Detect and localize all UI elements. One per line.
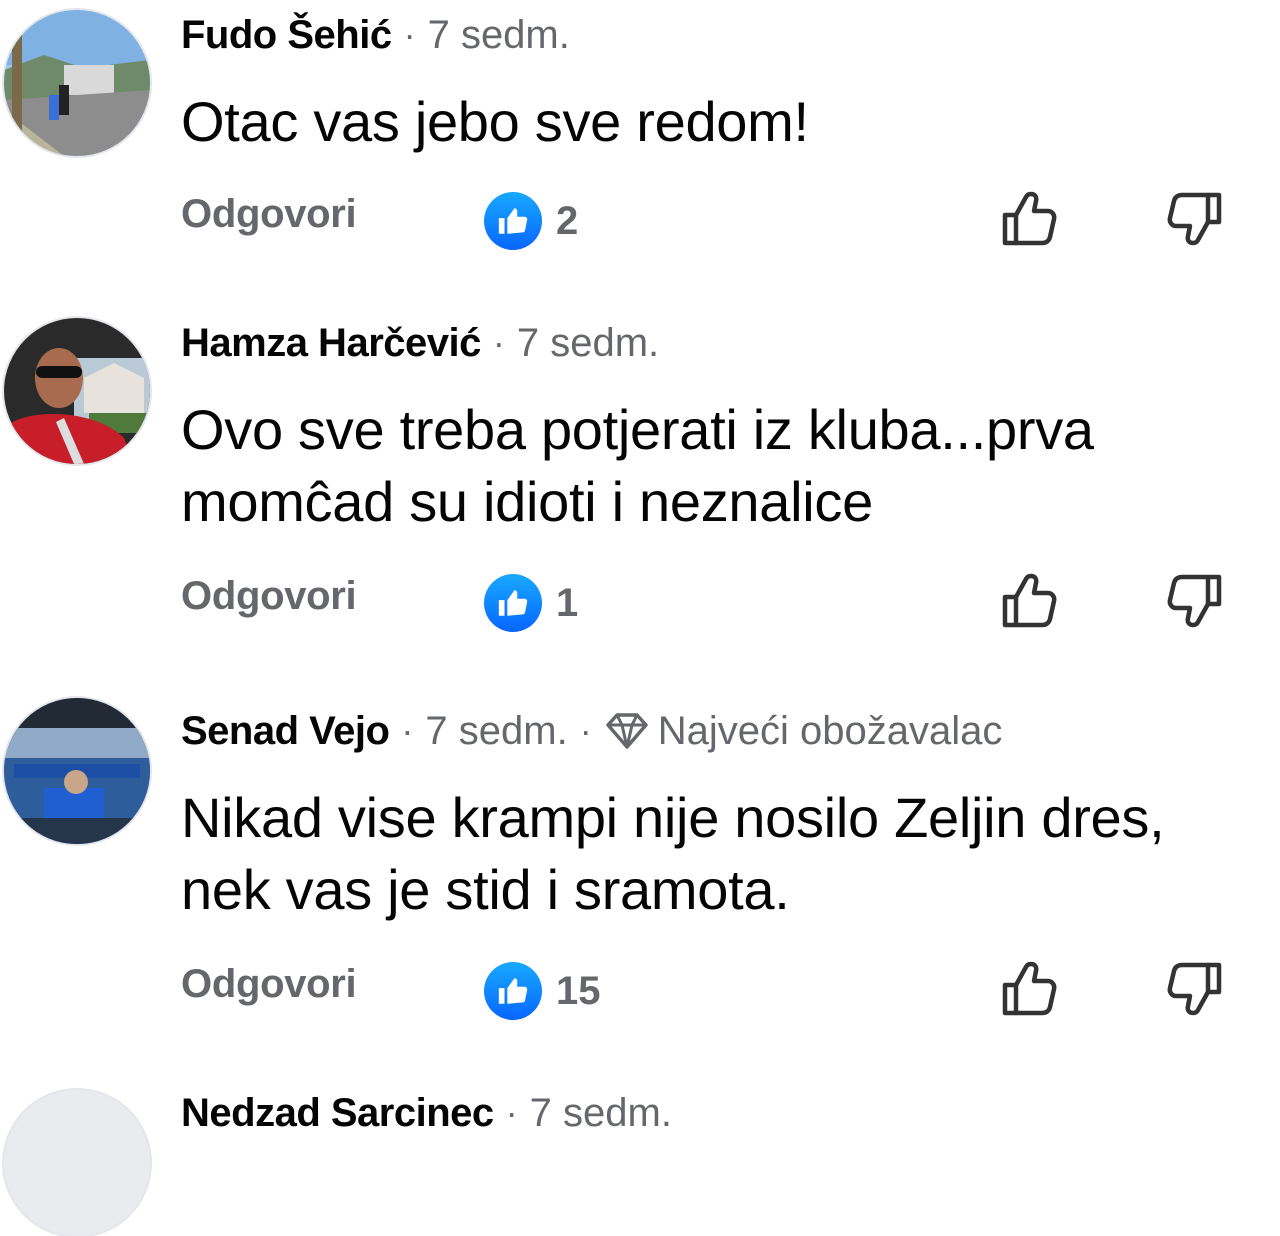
comment-time[interactable]: 7 sedm. <box>517 318 659 368</box>
comment-time[interactable]: 7 sedm. <box>425 706 567 756</box>
comment-header: Senad Vejo · 7 sedm. · Najveći obožavala… <box>181 706 1002 756</box>
thumbs-up-icon <box>484 192 542 250</box>
comment-text: Otac vas jebo sve redom! <box>181 90 809 153</box>
avatar[interactable] <box>4 318 150 464</box>
reaction-count: 2 <box>556 198 579 243</box>
upvote-button[interactable] <box>998 956 1064 1022</box>
avatar-image <box>4 698 150 844</box>
separator-dot: · <box>403 14 416 55</box>
comment-time[interactable]: 7 sedm. <box>530 1088 672 1138</box>
comment-text: Ovo sve treba potjerati iz kluba...prva … <box>181 398 1094 533</box>
fan-badge[interactable]: Najveći obožavalac <box>658 706 1003 756</box>
author-name[interactable]: Fudo Šehić <box>181 10 392 60</box>
avatar-image <box>4 318 150 464</box>
reply-button[interactable]: Odgovori <box>181 962 357 1007</box>
thumbs-up-outline-icon <box>1002 191 1057 246</box>
downvote-button[interactable] <box>1160 568 1226 634</box>
comment-actions: Odgovori 1 <box>0 568 1280 638</box>
separator-dot: · <box>492 322 505 363</box>
comment-actions: Odgovori 15 <box>0 956 1280 1026</box>
thumbs-down-outline-icon <box>1167 574 1222 628</box>
avatar-image <box>4 1090 150 1236</box>
author-name[interactable]: Nedzad Sarcinec <box>181 1088 494 1138</box>
upvote-button[interactable] <box>998 568 1064 634</box>
author-name[interactable]: Hamza Harčević <box>181 318 481 368</box>
avatar[interactable] <box>4 1090 150 1236</box>
downvote-button[interactable] <box>1160 956 1226 1022</box>
comment-time[interactable]: 7 sedm. <box>428 10 570 60</box>
comment-header: Hamza Harčević · 7 sedm. <box>181 318 659 368</box>
upvote-button[interactable] <box>998 186 1064 252</box>
reaction-summary[interactable]: 15 <box>484 960 601 1022</box>
avatar[interactable] <box>4 10 150 156</box>
downvote-button[interactable] <box>1160 186 1226 252</box>
comment-text: Nikad vise krampi nije nosilo Zeljin dre… <box>181 786 1165 921</box>
thumbs-up-icon <box>484 962 542 1020</box>
comment-header: Fudo Šehić · 7 sedm. <box>181 10 570 60</box>
thumbs-down-outline-icon <box>1167 962 1222 1016</box>
reaction-count: 1 <box>556 580 579 625</box>
separator-dot: · <box>579 710 592 751</box>
thumbs-up-icon <box>484 574 542 632</box>
reaction-count: 15 <box>556 968 601 1013</box>
comment-header: Nedzad Sarcinec · 7 sedm. <box>181 1088 672 1138</box>
reaction-summary[interactable]: 1 <box>484 572 578 634</box>
separator-dot: · <box>505 1092 518 1133</box>
thumbs-down-outline-icon <box>1167 192 1222 246</box>
author-name[interactable]: Senad Vejo <box>181 706 390 756</box>
reply-button[interactable]: Odgovori <box>181 192 357 237</box>
diamond-icon <box>604 711 650 751</box>
comment-actions: Odgovori 2 <box>0 186 1280 256</box>
avatar-image <box>4 10 150 156</box>
thumbs-up-outline-icon <box>1002 573 1057 628</box>
separator-dot: · <box>401 710 414 751</box>
reply-button[interactable]: Odgovori <box>181 574 357 619</box>
thumbs-up-outline-icon <box>1002 961 1057 1016</box>
reaction-summary[interactable]: 2 <box>484 190 578 252</box>
avatar[interactable] <box>4 698 150 844</box>
